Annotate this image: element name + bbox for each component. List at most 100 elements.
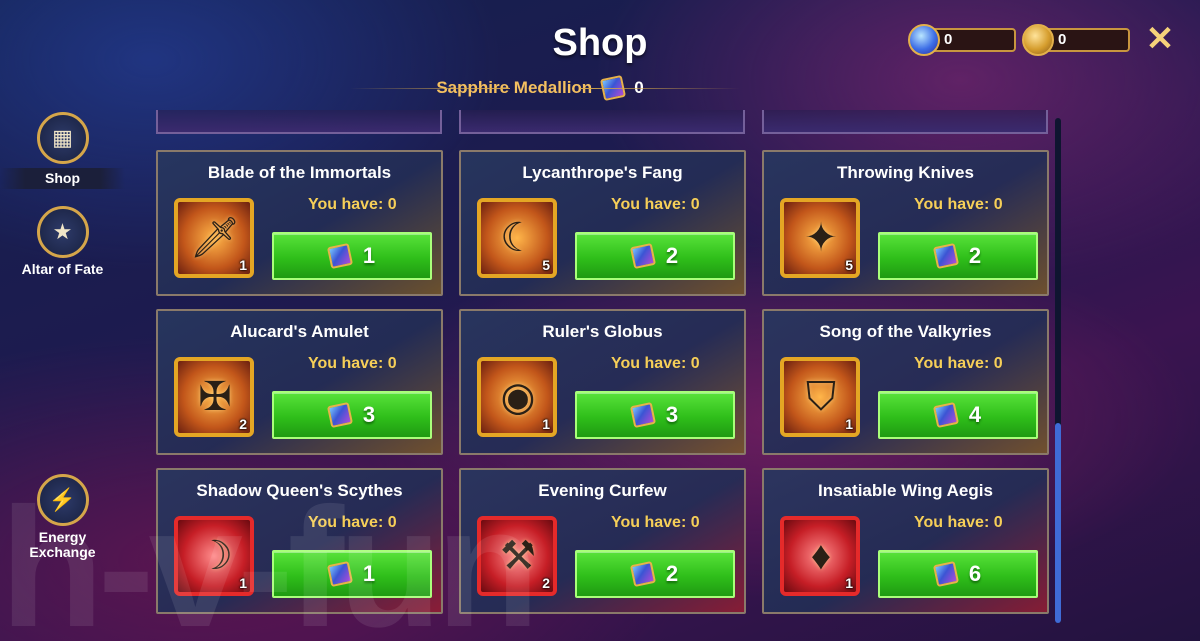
price: 1 <box>362 243 376 268</box>
item-quantity: 1 <box>239 575 247 591</box>
shop-item-card: Lycanthrope's Fang ☾ 5 You have: 0 2 <box>459 150 746 296</box>
sapphire-medallion-icon <box>629 242 656 270</box>
sidebar-item-label: Altar of Fate <box>21 261 104 277</box>
scythes-icon: ☽ <box>197 534 233 578</box>
item-icon[interactable]: ⚒ 2 <box>477 516 557 596</box>
item-icon[interactable]: ♦ 1 <box>780 516 860 596</box>
sidebar-item-shop[interactable]: ▦ Shop <box>0 112 125 189</box>
sapphire-medallion-icon <box>932 560 959 588</box>
buy-button[interactable]: 2 <box>878 232 1038 280</box>
item-name: Blade of the Immortals <box>207 163 392 182</box>
energy-exchange-icon: ⚡ <box>36 474 89 526</box>
item-quantity: 1 <box>845 575 853 591</box>
owned-count: You have: 0 <box>914 514 1003 531</box>
item-quantity: 1 <box>542 416 550 432</box>
item-quantity: 1 <box>845 416 853 432</box>
shop-item-card: Shadow Queen's Scythes ☽ 1 You have: 0 1 <box>156 468 443 614</box>
price: 1 <box>362 561 376 586</box>
shop-item-card: Alucard's Amulet ✠ 2 You have: 0 3 <box>156 309 443 455</box>
item-icon[interactable]: ☾ 5 <box>477 198 557 278</box>
price: 2 <box>968 243 982 268</box>
price: 3 <box>362 402 376 427</box>
sapphire-medallion-icon <box>326 242 353 270</box>
scrollbar[interactable] <box>1055 118 1061 623</box>
sidebar-item-energy-exchange[interactable]: ⚡ Energy Exchange <box>0 474 125 560</box>
item-icon[interactable]: ⛉ 1 <box>780 357 860 437</box>
sapphire-medallion-icon <box>932 401 959 429</box>
item-quantity: 2 <box>239 416 247 432</box>
divider <box>350 88 510 89</box>
partial-card <box>156 110 442 134</box>
hammer-icon: ⚒ <box>500 534 536 578</box>
sapphire-medallion-icon <box>629 560 656 588</box>
item-grid[interactable]: Blade of the Immortals 🗡 1 You have: 0 1… <box>150 110 1055 641</box>
sword-icon: 🗡 <box>189 216 241 260</box>
item-name: Evening Curfew <box>538 481 667 500</box>
emblem-icon <box>1022 24 1054 56</box>
shop-item-card: Insatiable Wing Aegis ♦ 1 You have: 0 6 <box>762 468 1049 614</box>
item-icon[interactable]: ✦ 5 <box>780 198 860 278</box>
owned-count: You have: 0 <box>914 196 1003 213</box>
blue-gem-icon <box>908 24 940 56</box>
resource-gems[interactable]: 0 <box>908 24 1018 56</box>
buy-button[interactable]: 1 <box>272 550 432 598</box>
price: 2 <box>665 561 679 586</box>
shop-item-card: Throwing Knives ✦ 5 You have: 0 2 <box>762 150 1049 296</box>
price: 2 <box>665 243 679 268</box>
buy-button[interactable]: 3 <box>272 391 432 439</box>
scrollbar-thumb[interactable] <box>1055 423 1061 623</box>
resource-emblem[interactable]: 0 <box>1022 24 1132 56</box>
buy-button[interactable]: 2 <box>575 232 735 280</box>
item-name: Insatiable Wing Aegis <box>818 481 993 500</box>
owned-count: You have: 0 <box>308 196 397 213</box>
price: 6 <box>968 561 982 586</box>
shop-icon: ▦ <box>36 112 89 164</box>
item-name: Ruler's Globus <box>542 322 663 341</box>
currency-display: Sapphire Medallion 0 <box>340 74 740 102</box>
star-pentagon-icon: ★ <box>36 206 89 258</box>
buy-button[interactable]: 4 <box>878 391 1038 439</box>
owned-count: You have: 0 <box>611 355 700 372</box>
owned-count: You have: 0 <box>308 514 397 531</box>
price: 3 <box>665 402 679 427</box>
amulet-icon: ✠ <box>198 375 232 419</box>
sapphire-medallion-icon <box>326 401 353 429</box>
buy-button[interactable]: 2 <box>575 550 735 598</box>
sapphire-medallion-icon <box>629 401 656 429</box>
item-name: Song of the Valkyries <box>819 322 992 341</box>
buy-button[interactable]: 6 <box>878 550 1038 598</box>
buy-button[interactable]: 1 <box>272 232 432 280</box>
price: 4 <box>968 402 982 427</box>
owned-count: You have: 0 <box>611 196 700 213</box>
item-quantity: 1 <box>239 257 247 273</box>
item-icon[interactable]: ✠ 2 <box>174 357 254 437</box>
shop-item-card: Ruler's Globus ◉ 1 You have: 0 3 <box>459 309 746 455</box>
item-quantity: 2 <box>542 575 550 591</box>
item-icon[interactable]: ◉ 1 <box>477 357 557 437</box>
wing-aegis-icon: ♦ <box>810 534 832 578</box>
sidebar-item-label: Energy Exchange <box>29 529 96 560</box>
page-title: Shop <box>552 22 648 64</box>
sidebar-item-altar-of-fate[interactable]: ★ Altar of Fate <box>0 206 125 277</box>
owned-count: You have: 0 <box>308 355 397 372</box>
helmet-icon: ⛉ <box>806 375 836 419</box>
sidebar: ▦ Shop ★ Altar of Fate ⚡ Energy Exchange <box>0 110 125 641</box>
partial-card <box>459 110 745 134</box>
item-name: Lycanthrope's Fang <box>522 163 683 182</box>
close-button[interactable]: ✕ <box>1143 22 1177 56</box>
shop-item-card: Evening Curfew ⚒ 2 You have: 0 2 <box>459 468 746 614</box>
globus-icon: ◉ <box>500 375 536 419</box>
shop-item-card: Blade of the Immortals 🗡 1 You have: 0 1 <box>156 150 443 296</box>
throwing-knives-icon: ✦ <box>804 216 838 260</box>
buy-button[interactable]: 3 <box>575 391 735 439</box>
owned-count: You have: 0 <box>914 355 1003 372</box>
item-icon[interactable]: ☽ 1 <box>174 516 254 596</box>
fang-icon: ☾ <box>500 216 536 260</box>
item-quantity: 5 <box>845 257 853 273</box>
item-icon[interactable]: 🗡 1 <box>174 198 254 278</box>
item-quantity: 5 <box>542 257 550 273</box>
sapphire-medallion-icon <box>932 242 959 270</box>
item-name: Throwing Knives <box>837 163 974 182</box>
sapphire-medallion-icon <box>326 560 353 588</box>
divider <box>580 88 740 89</box>
